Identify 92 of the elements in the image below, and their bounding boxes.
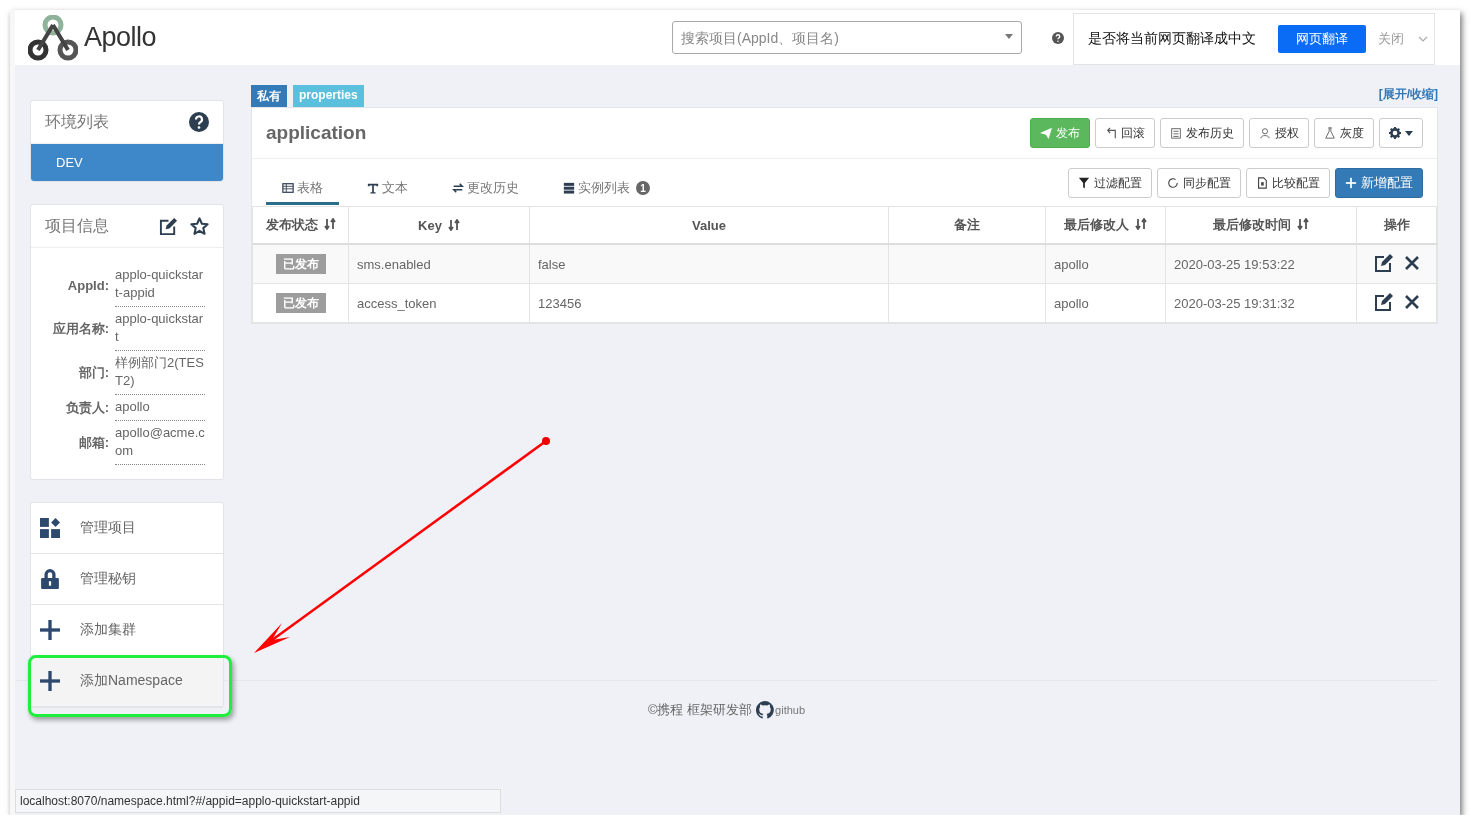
close-icon [1403,293,1420,310]
status-url: localhost:8070/namespace.html?#/appid=applo-quickstart-appid [15,789,501,813]
plus-icon [40,671,60,691]
table-cell: sms.enabled [348,244,530,284]
grid-icon [40,518,60,538]
table-icon [282,182,294,194]
translate-prompt: 是否将当前网页翻译成中文 [1088,30,1257,48]
chevron-icon [1418,36,1428,42]
field-value: applo-quickstart-appid [115,263,205,307]
close-button[interactable]: 关闭 [1378,30,1404,48]
field-label: 负责人: [64,399,109,417]
logo-icon [28,14,78,61]
flask-icon [1324,127,1336,139]
menu-item[interactable]: 管理秘钥 [31,554,223,605]
caret-icon [1005,34,1013,39]
tag: 私有 [251,85,287,107]
github-icon [756,701,775,719]
plus-icon [40,620,60,640]
menu-item[interactable]: 添加Namespace [31,656,223,707]
search-field[interactable]: 搜索项目(AppId、项目名) [672,21,1022,54]
tab[interactable]: 表格 [266,174,339,205]
namespace-title: application [266,122,367,144]
field-value: 样例部门2(TEST2) [115,351,205,395]
panel-title: 项目信息 [45,215,109,236]
tab[interactable]: 实例列表 1 [547,174,666,205]
tag: properties [293,85,364,107]
field-label: AppId: [66,277,109,293]
server-icon [563,182,575,194]
text-icon [367,182,379,194]
menu-label: 添加Namespace [80,672,183,690]
tab[interactable]: 更改历史 [436,174,535,205]
gear-icon [1389,127,1401,139]
star-icon [190,216,209,236]
tool-button[interactable]: 比较配置 [1246,168,1330,198]
plus-icon [1345,177,1357,189]
action-button[interactable]: 回滚 [1095,118,1155,148]
field-label: 邮箱: [77,434,109,452]
edit-icon [159,216,178,236]
sort-icon [447,218,460,231]
field-label: 应用名称: [51,320,109,338]
table-cell: 2020-03-25 19:31:32 [1165,283,1357,323]
env-item[interactable]: DEV [31,144,223,181]
edit-icon [1373,252,1394,273]
sort-icon [1135,218,1147,230]
field-value: apollo [115,395,205,421]
footer-text: ©携程 框架研发部 [647,701,753,719]
table-cell: 123456 [529,283,889,323]
filter-icon [1078,177,1090,189]
menu-label: 添加集群 [80,621,136,639]
settings-button[interactable] [1379,118,1423,148]
table-cell: apollo [1045,283,1166,323]
github-link[interactable]: github [756,701,806,719]
expand-collapse-link[interactable]: [展开/收缩] [1378,86,1438,103]
document-icon [1256,177,1268,189]
help-icon [189,112,209,132]
sort-icon [1297,218,1309,230]
menu-label: 管理项目 [80,519,136,537]
menu-item[interactable]: 管理项目 [31,503,223,554]
field-value: apollo@acme.com [115,421,205,465]
count-badge: 1 [636,181,650,195]
send-icon [1040,127,1052,139]
action-button[interactable]: 灰度 [1314,118,1374,148]
refresh-icon [1167,177,1179,189]
status-badge: 已发布 [275,292,326,313]
tool-button[interactable]: 过滤配置 [1068,168,1152,198]
table-cell: 2020-03-25 19:53:22 [1165,244,1357,284]
caret-icon [1405,130,1413,136]
action-button[interactable]: 授权 [1249,118,1309,148]
field-value: applo-quickstart [115,307,205,351]
menu-label: 管理秘钥 [80,570,136,588]
table-cell: access_token [348,283,530,323]
close-icon [1403,254,1420,271]
lock-icon [40,569,60,589]
clipboard-icon [1170,127,1182,139]
field-label: 部门: [77,364,109,382]
rollback-icon [1105,127,1117,139]
table-cell: false [529,244,889,284]
edit-icon [1373,291,1394,312]
panel-title: 环境列表 [45,111,109,132]
status-badge: 已发布 [275,253,326,274]
swap-icon [452,182,464,194]
help-icon [1052,31,1064,44]
tool-button[interactable]: 新增配置 [1335,168,1423,198]
action-button[interactable]: 发布历史 [1160,118,1244,148]
translate-button[interactable]: 网页翻译 [1278,25,1366,53]
tab[interactable]: 文本 [351,174,424,205]
sort-icon [323,218,336,230]
logo-text: Apollo [84,22,157,53]
table-cell: apollo [1045,244,1166,284]
menu-item[interactable]: 添加集群 [31,605,223,656]
user-icon [1259,127,1271,139]
tool-button[interactable]: 同步配置 [1157,168,1241,198]
